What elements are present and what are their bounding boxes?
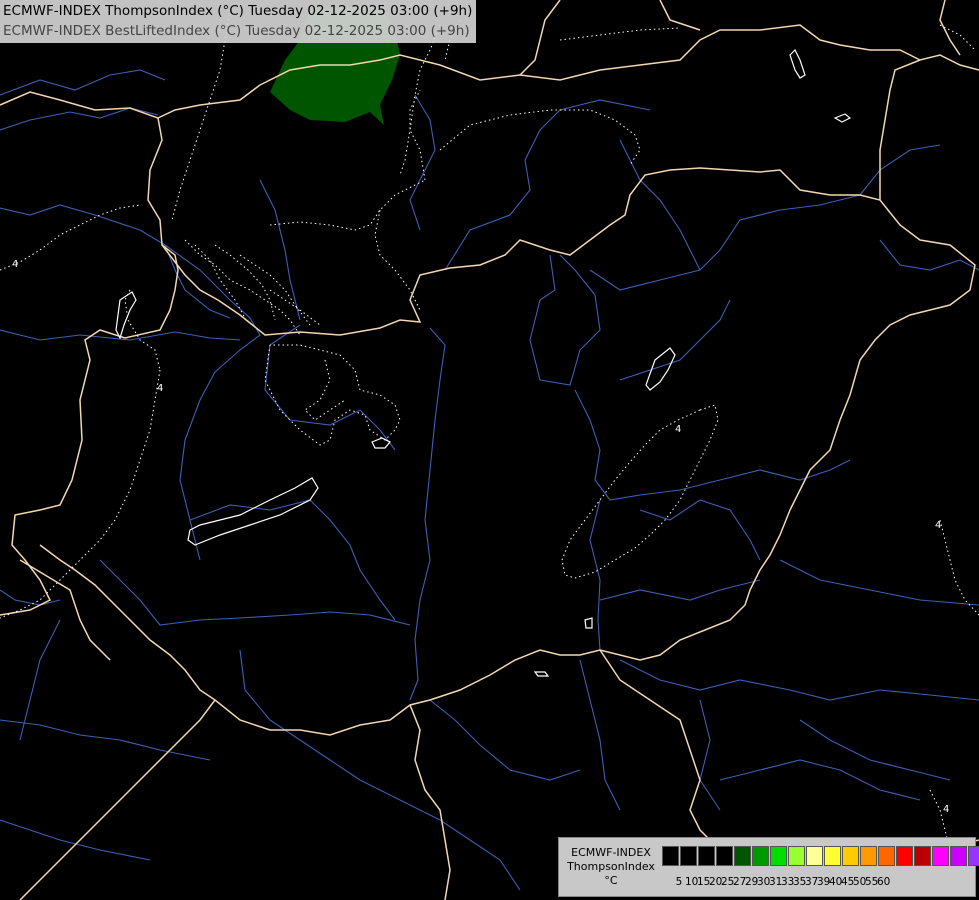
legend-swatch <box>806 846 823 866</box>
contour-lake-area <box>187 477 319 546</box>
legend-swatch <box>716 846 733 866</box>
contour-label: 4 <box>943 804 949 815</box>
legend-tick-label: 55 <box>865 876 879 888</box>
legend-tick-label: 20 <box>709 876 723 888</box>
legend-tick-label: 35 <box>793 876 807 888</box>
legend-tick-label: 50 <box>853 876 867 888</box>
contour-label: 4 <box>12 259 18 270</box>
legend-tick-labels: 5 10 15 20 25 27 29 30 31 33 35 37 39 40 45 50 55 60 <box>673 876 891 888</box>
legend-tick-label: 10 <box>685 876 699 888</box>
legend-tick-label: 15 <box>697 876 711 888</box>
legend-swatch <box>878 846 895 866</box>
legend-swatch <box>788 846 805 866</box>
thompson-index-title: ECMWF-INDEX ThompsonIndex (°C) Tuesday 0… <box>3 3 473 19</box>
legend-tick-label: 45 <box>841 876 855 888</box>
legend-swatch <box>842 846 859 866</box>
lifted-index-contours <box>0 9 979 851</box>
legend-swatch <box>680 846 697 866</box>
contour-labels: 4 4 4 4 4 <box>12 259 949 815</box>
legend-swatch <box>914 846 931 866</box>
legend-swatch <box>896 846 913 866</box>
contour-label: 4 <box>935 520 941 531</box>
legend-title-index: ThompsonIndex <box>567 860 655 873</box>
contour-south-pair <box>533 671 550 677</box>
legend-tick-label: 5 <box>675 876 683 888</box>
legend-tick-label: 29 <box>745 876 759 888</box>
legend-swatch <box>932 846 949 866</box>
closed-contours <box>115 48 852 677</box>
legend-tick-label: 30 <box>757 876 771 888</box>
legend-tick-label: 33 <box>781 876 795 888</box>
legend-swatch <box>752 846 769 866</box>
legend-swatch <box>770 846 787 866</box>
contour-label: 4 <box>675 424 681 435</box>
contour-ne-small <box>833 113 852 123</box>
legend-swatch <box>860 846 877 866</box>
contour-north-hook <box>789 48 806 79</box>
legend-tick-label: 25 <box>721 876 735 888</box>
legend-swatch <box>950 846 967 866</box>
legend-swatch <box>662 846 679 866</box>
contour-label: 4 <box>157 383 163 394</box>
legend-swatch <box>968 846 979 866</box>
country-borders <box>0 0 979 900</box>
legend-title: ECMWF-INDEX ThompsonIndex °C <box>561 846 661 888</box>
map-canvas: 4 4 4 4 4 <box>0 0 979 900</box>
legend-swatches <box>662 846 979 866</box>
contour-south-dot <box>584 617 593 629</box>
legend-swatch <box>734 846 751 866</box>
legend-tick-label: 37 <box>805 876 819 888</box>
best-lifted-index-title: ECMWF-INDEX BestLiftedIndex (°C) Tuesday… <box>3 23 470 39</box>
color-legend: ECMWF-INDEX ThompsonIndex °C 5 10 15 20 25 27… <box>558 837 979 897</box>
rivers <box>0 69 979 891</box>
legend-tick-label: 27 <box>733 876 747 888</box>
legend-title-unit: °C <box>604 874 618 887</box>
legend-tick-label: 40 <box>829 876 843 888</box>
legend-title-model: ECMWF-INDEX <box>571 846 651 859</box>
legend-tick-label: 60 <box>877 876 891 888</box>
map-title-box: ECMWF-INDEX ThompsonIndex (°C) Tuesday 0… <box>0 0 477 43</box>
legend-tick-label: 39 <box>817 876 831 888</box>
contour-east-strip <box>645 347 676 391</box>
legend-swatch <box>698 846 715 866</box>
legend-tick-label: 31 <box>769 876 783 888</box>
legend-swatch <box>824 846 841 866</box>
